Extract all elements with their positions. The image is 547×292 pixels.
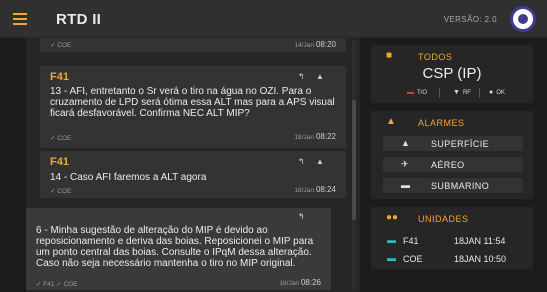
- unit-name: F41: [403, 236, 419, 246]
- divider: [479, 88, 480, 98]
- unit-datetime: 18JAN 10:50: [454, 254, 507, 264]
- person-icon: ■: [386, 50, 393, 61]
- chat-message: ✓ COE 14/Jan 08:20: [40, 38, 346, 52]
- todos-panel: ■ TODOS CSP (IP) ▬ T/O ▼ RF ● OK: [371, 45, 533, 103]
- aircraft-icon: ✈: [401, 159, 409, 169]
- red-flag-icon: ▬: [407, 89, 414, 96]
- message-status: ✓ COE: [50, 188, 72, 195]
- filter-to[interactable]: ▬ T/O: [407, 89, 427, 96]
- divider: [439, 88, 440, 98]
- scroll-thumb[interactable]: [352, 100, 356, 220]
- like-icon[interactable]: ▲: [316, 157, 324, 166]
- group-icon: ●●: [386, 212, 399, 223]
- message-sender: F41: [50, 156, 69, 168]
- version-label: VERSÃO: 2.0: [443, 15, 497, 24]
- message-status: ✓ COE: [50, 135, 72, 142]
- todos-value: CSP (IP): [422, 65, 482, 82]
- alarm-submarine-button[interactable]: ▬ SUBMARINO: [383, 178, 523, 193]
- message-time: 18/Jan 08:24: [294, 185, 336, 194]
- unidades-panel: ●● UNIDADES ▬ F41 18JAN 11:54 ▬ COE 18JA…: [371, 207, 533, 269]
- message-status: ✓ COE: [50, 42, 72, 49]
- ship-icon: ▬: [387, 235, 396, 245]
- alarm-label: AÉREO: [431, 160, 465, 170]
- ship-icon: ▬: [387, 253, 396, 263]
- unit-row-coe[interactable]: ▬ COE 18JAN 10:50: [383, 253, 528, 267]
- message-time: 18/Jan 08:22: [294, 132, 336, 141]
- like-icon[interactable]: ▲: [316, 72, 324, 81]
- alarm-label: SUBMARINO: [431, 181, 490, 191]
- surface-icon: ▲: [401, 138, 410, 148]
- chat-message: F41 ↰ ▲ 13 - AFI, entretanto o Sr verá o…: [40, 66, 346, 148]
- alarm-air-button[interactable]: ✈ AÉREO: [383, 157, 523, 172]
- unit-datetime: 18JAN 11:54: [454, 236, 506, 246]
- menu-icon[interactable]: [13, 13, 27, 25]
- chat-message: F41 ↰ ▲ 14 - Caso AFI faremos a ALT agor…: [40, 151, 346, 198]
- bell-icon: ▲: [386, 116, 396, 127]
- alarmes-panel: ▲ ALARMES ▲ SUPERFÍCIE ✈ AÉREO ▬ SUBMARI…: [371, 111, 533, 199]
- app-title: RTD II: [56, 11, 102, 28]
- reply-icon[interactable]: ↰: [298, 212, 305, 221]
- todos-filters: ▬ T/O ▼ RF ● OK: [371, 88, 533, 100]
- message-time: 14/Jan 08:20: [294, 40, 336, 49]
- alarmes-title: ALARMES: [418, 118, 465, 128]
- unidades-title: UNIDADES: [418, 214, 469, 224]
- unit-name: COE: [403, 254, 423, 264]
- message-time: 18/Jan 08:26: [279, 278, 321, 287]
- filter-icon: ▼: [453, 89, 460, 96]
- reply-icon[interactable]: ↰: [298, 157, 305, 166]
- ok-icon: ●: [489, 89, 494, 96]
- message-sender: F41: [50, 71, 69, 83]
- message-status: ✓ F41 ✓ COE: [36, 281, 78, 288]
- alarm-label: SUPERFÍCIE: [431, 139, 490, 149]
- reply-icon[interactable]: ↰: [298, 72, 305, 81]
- filter-rf[interactable]: ▼ RF: [453, 89, 471, 96]
- unit-row-f41[interactable]: ▬ F41 18JAN 11:54: [383, 235, 528, 249]
- todos-title: TODOS: [418, 52, 453, 62]
- message-text: 14 - Caso AFI faremos a ALT agora: [50, 172, 207, 183]
- top-app-bar: RTD II VERSÃO: 2.0: [0, 0, 547, 38]
- chat-scrollbar[interactable]: [352, 40, 356, 290]
- filter-ok[interactable]: ● OK: [489, 89, 505, 96]
- submarine-icon: ▬: [401, 180, 410, 190]
- message-text: 6 - Minha sugestão de alteração do MIP é…: [36, 225, 314, 269]
- message-text: 13 - AFI, entretanto o Sr verá o tiro na…: [50, 86, 335, 119]
- chat-message-own: ↰ 6 - Minha sugestão de alteração do MIP…: [26, 208, 331, 290]
- logo-emblem: [518, 14, 528, 24]
- alarm-surface-button[interactable]: ▲ SUPERFÍCIE: [383, 136, 523, 151]
- navy-logo-icon[interactable]: [510, 6, 536, 32]
